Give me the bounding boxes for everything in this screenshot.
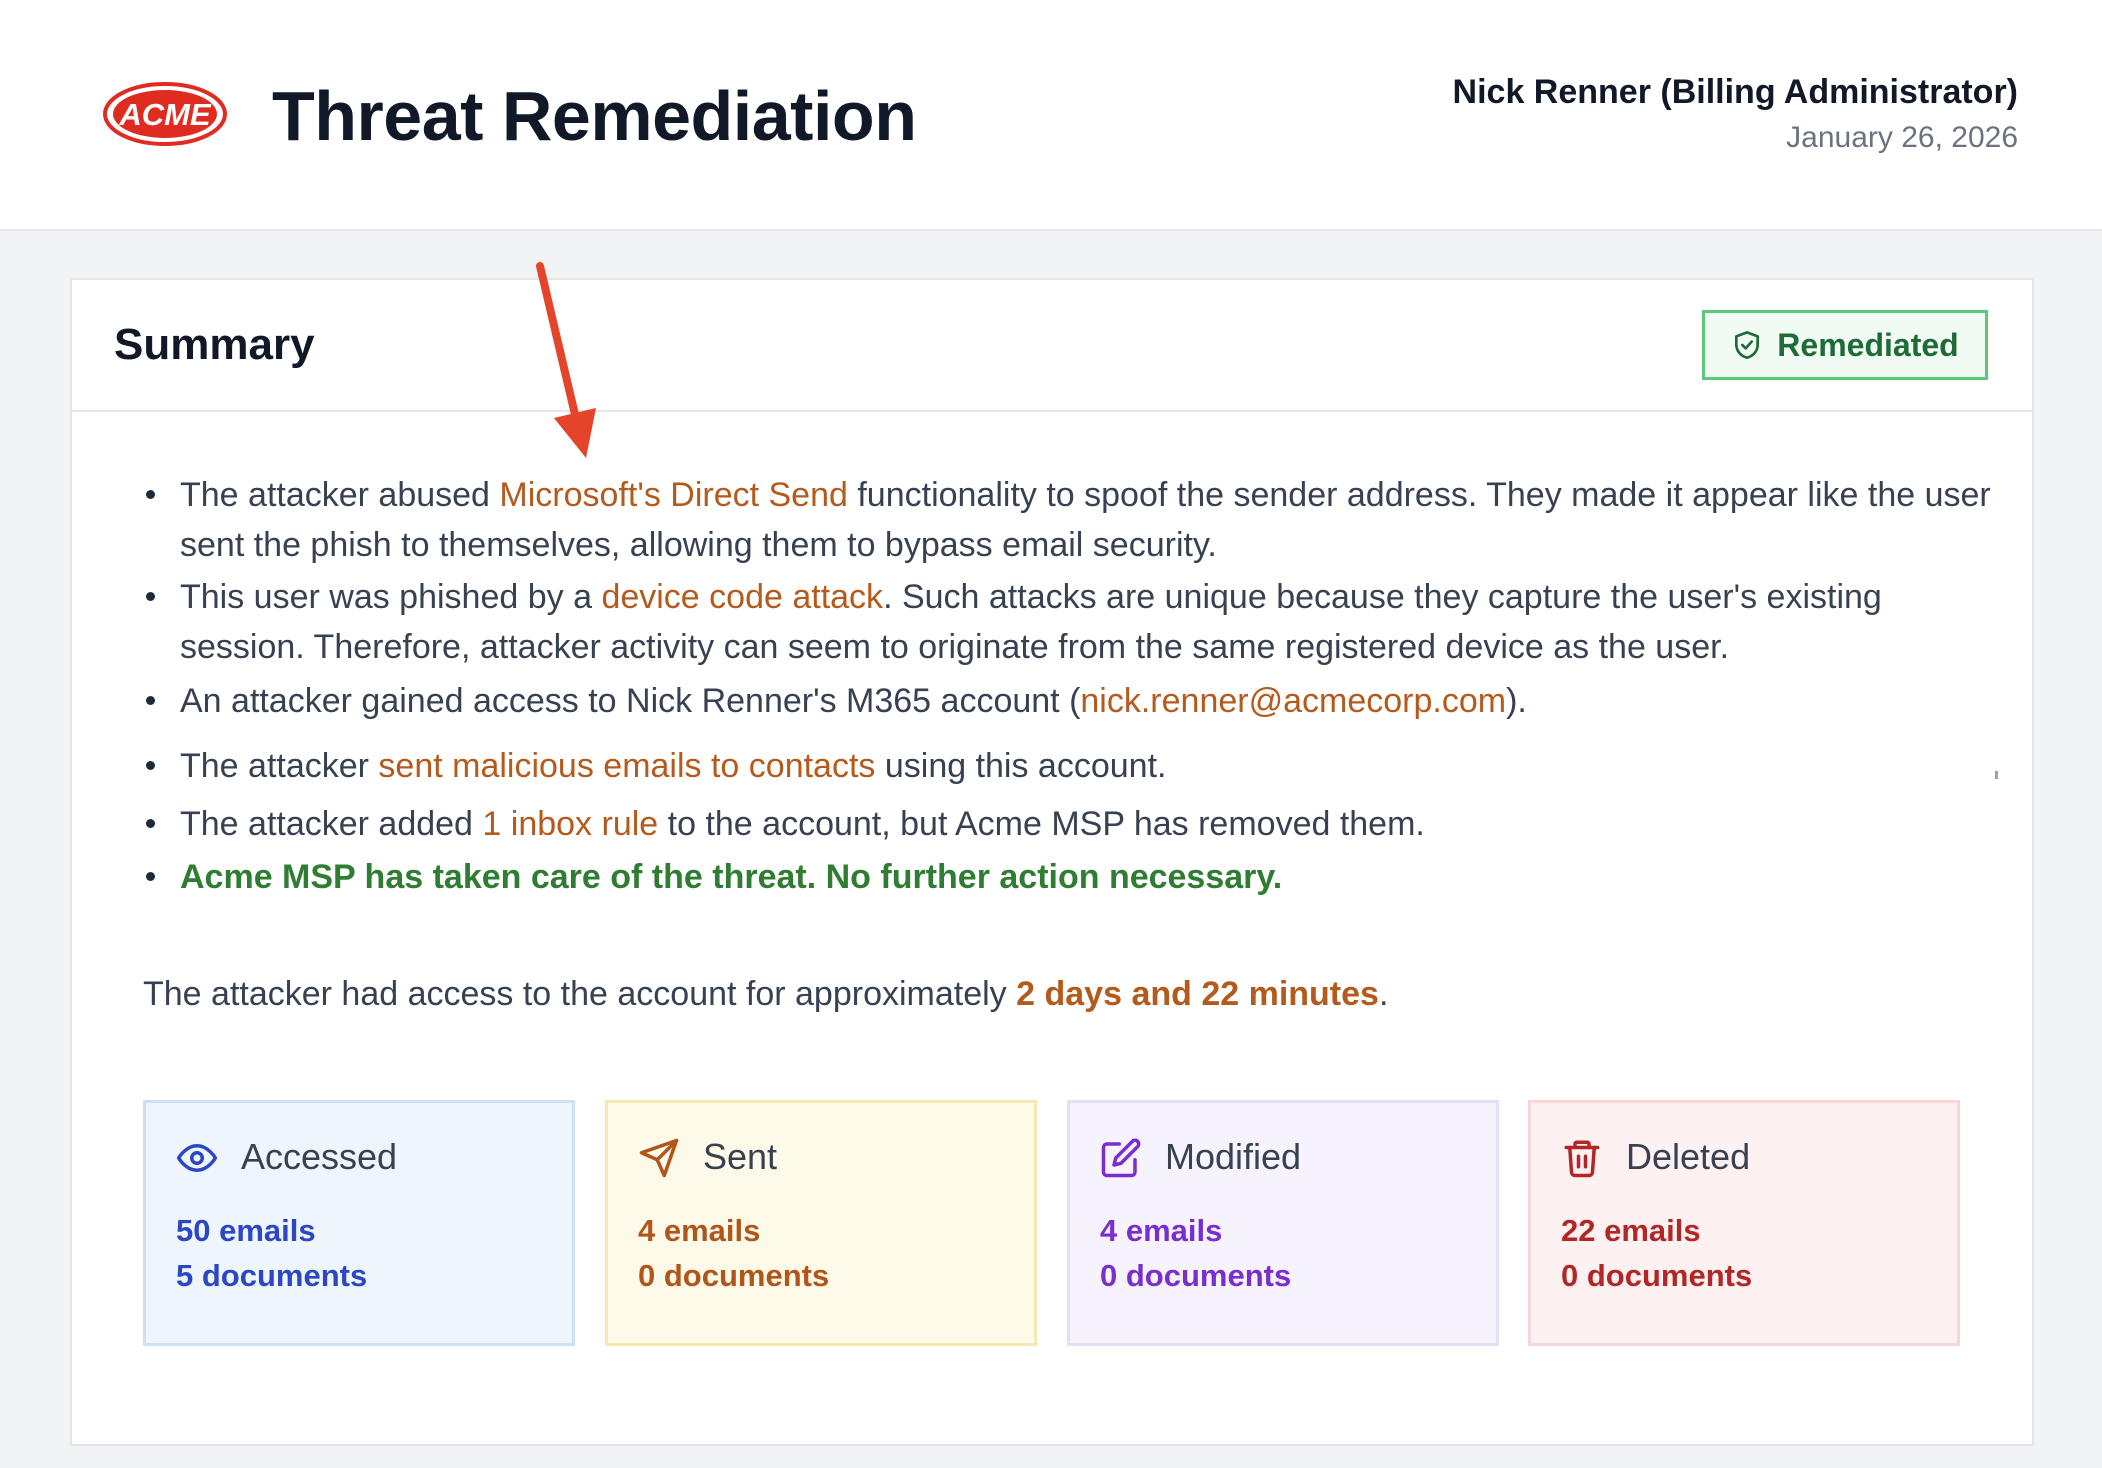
bullet-dot (146, 872, 155, 881)
send-icon (639, 1138, 679, 1178)
stat-documents: 0 documents (1561, 1258, 1753, 1293)
stat-label: Modified (1165, 1136, 1302, 1177)
bullet-device-code: This user was phished by a device code a… (108, 572, 2008, 672)
user-name: Nick Renner (Billing Administrator) (1452, 73, 2018, 111)
svg-text:ACME: ACME (118, 97, 212, 132)
summary-card-header: Summary Remediated (72, 280, 2032, 412)
bullet-dot (146, 819, 155, 828)
acme-logo: ACME (103, 82, 227, 146)
report-date: January 26, 2026 (1786, 121, 2018, 154)
stat-emails: 4 emails (1100, 1213, 1223, 1248)
shield-check-icon (1735, 331, 1760, 359)
edit-icon (1101, 1138, 1141, 1178)
device-code-attack-link[interactable]: device code attack (601, 578, 883, 616)
stat-documents: 0 documents (1100, 1258, 1292, 1293)
resolved-message: Acme MSP has taken care of the threat. N… (180, 858, 1283, 896)
inbox-rule-link[interactable]: 1 inbox rule (482, 805, 658, 843)
status-badge-label: Remediated (1777, 326, 1959, 363)
status-badge: Remediated (1702, 310, 1988, 380)
stat-sent[interactable]: Sent 4 emails 0 documents (605, 1100, 1037, 1346)
page-header: ACME Threat Remediation Nick Renner (Bil… (0, 0, 2102, 231)
stat-documents: 5 documents (176, 1258, 368, 1293)
stat-label: Deleted (1626, 1136, 1751, 1177)
bullet-resolved: Acme MSP has taken care of the threat. N… (108, 852, 2008, 902)
account-email-link[interactable]: nick.renner@acmecorp.com (1080, 682, 1506, 720)
bullet-dot (146, 490, 155, 499)
direct-send-link[interactable]: Microsoft's Direct Send (499, 476, 847, 514)
stray-mark (1995, 771, 1998, 779)
eye-icon (176, 1144, 218, 1172)
summary-title: Summary (114, 320, 315, 369)
stat-label: Accessed (241, 1136, 398, 1177)
page-title: Threat Remediation (272, 77, 917, 155)
trash-icon (1564, 1140, 1600, 1178)
bullet-direct-send: The attacker abused Microsoft's Direct S… (108, 470, 2008, 570)
stat-label: Sent (703, 1136, 778, 1177)
bullet-inbox-rule: The attacker added 1 inbox rule to the a… (108, 799, 2008, 849)
bullet-malicious-emails: The attacker sent malicious emails to co… (108, 741, 2008, 791)
access-duration-text: The attacker had access to the account f… (143, 975, 1389, 1013)
stat-emails: 4 emails (638, 1213, 761, 1248)
access-duration-value: 2 days and 22 minutes (1016, 975, 1379, 1013)
stat-emails: 50 emails (176, 1213, 316, 1248)
malicious-emails-link[interactable]: sent malicious emails to contacts (378, 747, 875, 785)
annotation-arrow-icon (536, 262, 596, 458)
bullet-dot (146, 761, 155, 770)
stat-modified[interactable]: Modified 4 emails 0 documents (1067, 1100, 1499, 1346)
bullet-account-access: An attacker gained access to Nick Renner… (108, 676, 2008, 726)
stat-documents: 0 documents (638, 1258, 830, 1293)
stat-deleted[interactable]: Deleted 22 emails 0 documents (1528, 1100, 1960, 1346)
stat-accessed[interactable]: Accessed 50 emails 5 documents (143, 1100, 575, 1346)
stat-emails: 22 emails (1561, 1213, 1701, 1248)
bullet-dot (146, 696, 155, 705)
bullet-dot (146, 592, 155, 601)
